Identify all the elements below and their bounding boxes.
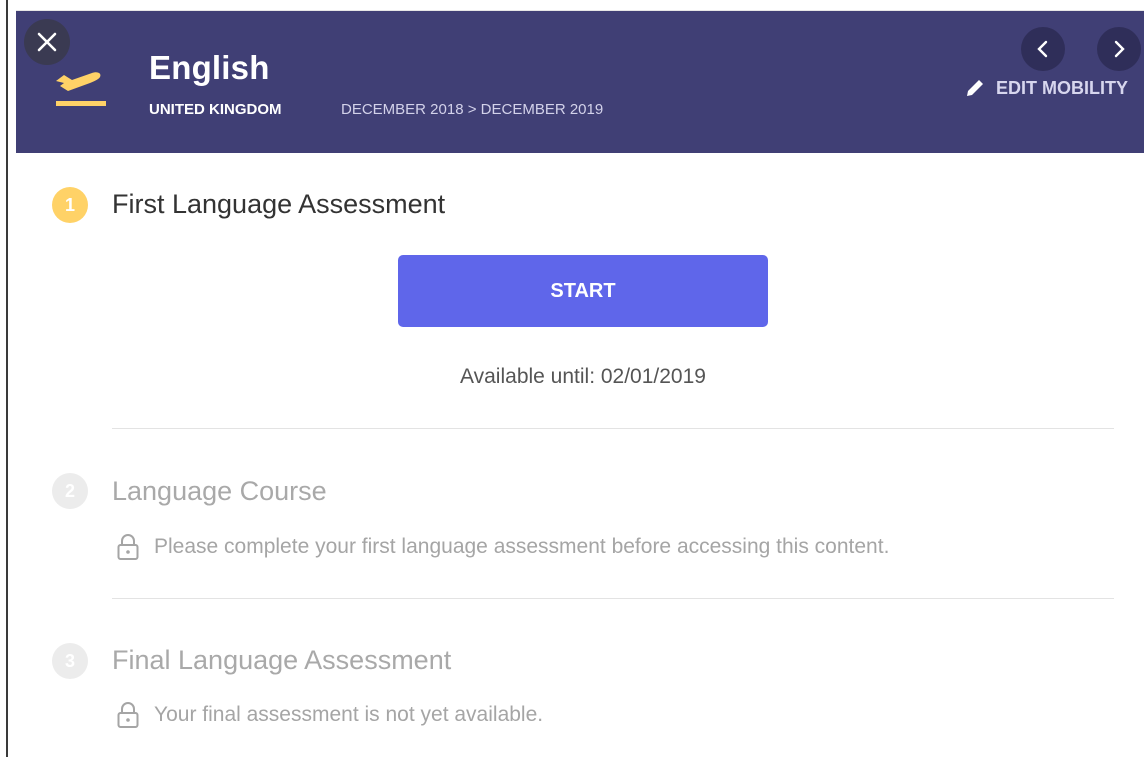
prev-button[interactable] [1021, 27, 1065, 71]
chevron-right-icon [1114, 40, 1125, 58]
step-number-badge: 2 [52, 473, 88, 509]
next-button[interactable] [1097, 27, 1141, 71]
locked-message-text: Your final assessment is not yet availab… [154, 703, 544, 726]
divider [112, 428, 1114, 429]
close-button[interactable] [24, 19, 70, 65]
start-button[interactable]: START [398, 255, 768, 327]
window-edge [6, 0, 8, 757]
country-label: UNITED KINGDOM [149, 101, 282, 118]
close-icon [37, 32, 57, 52]
step-title: Final Language Assessment [112, 645, 452, 675]
language-title: English [149, 49, 270, 86]
lock-icon [117, 702, 139, 728]
divider [112, 598, 1114, 599]
locked-message: Please complete your first language asse… [116, 533, 889, 561]
plane-departure-icon [56, 72, 106, 106]
top-strip [0, 0, 1144, 10]
mobility-header: English UNITED KINGDOM DECEMBER 2018 > D… [16, 11, 1144, 153]
locked-message: Your final assessment is not yet availab… [116, 701, 543, 729]
pencil-icon [967, 80, 983, 96]
mobility-card: English UNITED KINGDOM DECEMBER 2018 > D… [16, 10, 1144, 758]
edit-mobility-label: EDIT MOBILITY [996, 77, 1128, 98]
date-range: DECEMBER 2018 > DECEMBER 2019 [341, 101, 604, 118]
availability-text: Available until: 02/01/2019 [460, 365, 706, 388]
chevron-left-icon [1037, 40, 1048, 58]
step-title: First Language Assessment [112, 189, 446, 219]
step-title: Language Course [112, 476, 327, 506]
locked-message-text: Please complete your first language asse… [154, 535, 890, 558]
edit-mobility-button[interactable]: EDIT MOBILITY [964, 77, 1128, 99]
step-number-badge: 3 [52, 643, 88, 679]
lock-icon [117, 534, 139, 560]
step-number-badge: 1 [52, 187, 88, 223]
